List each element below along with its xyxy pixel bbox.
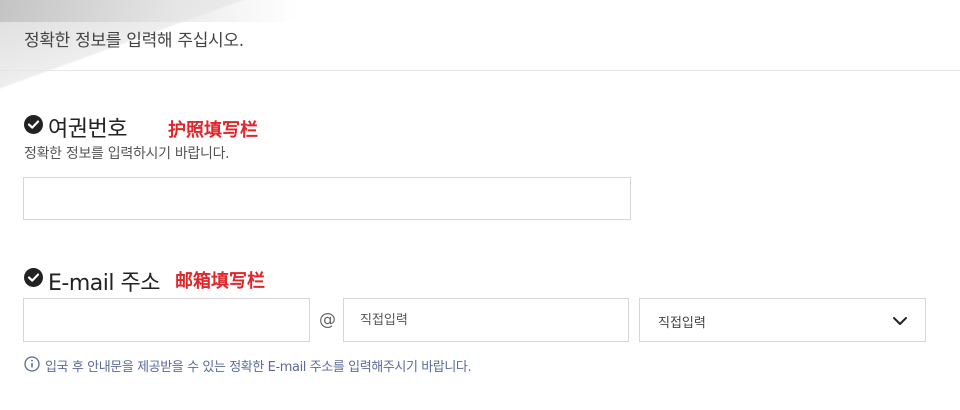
section-divider <box>0 70 960 71</box>
email-label: E-mail 주소 <box>48 271 160 296</box>
intro-text: 정확한 정보를 입력해 주십시오. <box>24 31 244 51</box>
background-decoration-top <box>0 0 300 22</box>
email-domain-select-value: 직접입력 <box>658 316 706 331</box>
at-symbol: @ <box>319 310 336 330</box>
email-local-input[interactable] <box>23 298 310 342</box>
check-circle-icon <box>24 115 43 134</box>
email-domain-select[interactable]: 직접입력 <box>639 298 926 342</box>
chevron-down-icon <box>891 312 909 334</box>
info-circle-icon <box>24 356 40 372</box>
email-notice-text: 입국 후 안내문을 제공받을 수 있는 정확한 E-mail 주소를 입력해주시… <box>45 360 472 375</box>
passport-annotation: 护照填写栏 <box>168 120 258 141</box>
form-page: 정확한 정보를 입력해 주십시오. 여권번호 护照填写栏 정확한 정보를 입력하… <box>0 0 960 410</box>
email-annotation: 邮箱填写栏 <box>175 271 265 292</box>
passport-number-input[interactable] <box>23 177 631 220</box>
check-circle-icon <box>24 268 43 287</box>
passport-label: 여권번호 <box>48 117 127 142</box>
email-domain-input[interactable] <box>343 298 629 342</box>
passport-helper-text: 정확한 정보를 입력하시기 바랍니다. <box>24 146 230 162</box>
